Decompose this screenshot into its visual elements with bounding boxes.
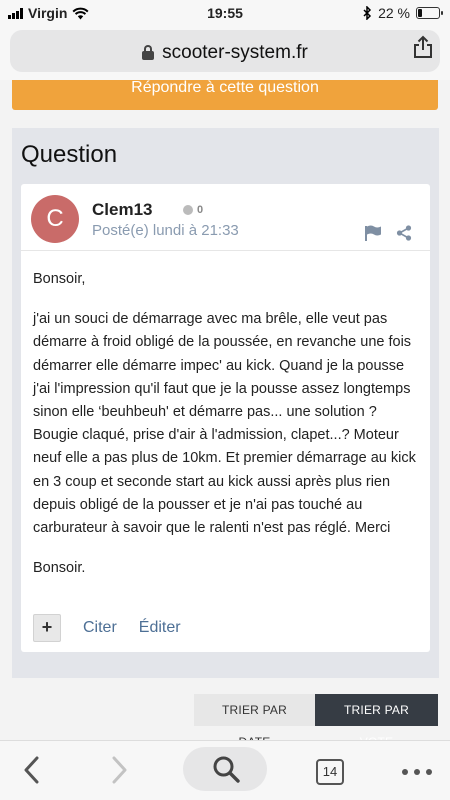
share-post-icon[interactable] [396,225,412,241]
post-date[interactable]: Posté(e) lundi à 21:33 [92,222,239,239]
post-paragraph: Bonsoir. [33,560,86,577]
post-header: C Clem13 0 Posté(e) lundi à 21:33 [21,184,430,251]
search-icon [213,756,240,783]
more-icon[interactable] [402,769,432,775]
bluetooth-icon [363,6,372,20]
sort-by-date-button[interactable]: TRIER PAR DATE [194,694,315,740]
author-name[interactable]: Clem13 [92,200,152,220]
battery-icon [416,7,443,19]
section-title: Question [21,141,118,168]
reply-button[interactable]: Répondre à cette question [12,80,438,110]
multiquote-button[interactable]: + [33,614,61,642]
tabs-button[interactable]: 14 [316,759,344,785]
sort-controls: TRIER PAR DATE TRIER PAR VOTE [194,694,438,740]
sort-by-vote-button[interactable]: TRIER PAR VOTE [315,694,438,740]
post-paragraph: Bonsoir, [33,271,86,287]
forward-icon[interactable] [109,755,129,785]
status-right: 22 % [363,5,443,21]
lock-icon [142,45,155,60]
post-actions: + Citer Éditer [33,614,181,642]
page-content: Répondre à cette question Question C Cle… [0,80,450,740]
post-paragraph: j'ai un souci de démarrage avec ma brêle… [33,311,416,537]
battery-fill [418,9,422,17]
question-section: Question C Clem13 0 Posté(e) lundi à 21:… [12,128,439,678]
url-text: scooter-system.fr [162,42,308,63]
share-icon[interactable] [412,35,434,59]
search-button[interactable] [183,747,267,791]
flag-icon[interactable] [364,225,382,241]
edit-link[interactable]: Éditer [139,619,181,637]
address-bar[interactable]: scooter-system.fr [10,30,440,72]
back-icon[interactable] [22,755,42,785]
address-display[interactable]: scooter-system.fr [10,42,440,64]
browser-toolbar: 14 [0,740,450,800]
reputation-count: 0 [197,204,204,216]
battery-percent: 22 % [378,5,410,21]
reputation-dot-icon [183,205,193,215]
status-bar: Virgin 19:55 22 % [0,0,450,26]
browser-header: scooter-system.fr [0,26,450,80]
avatar[interactable]: C [31,195,79,243]
reputation-badge: 0 [183,204,203,216]
post-body: Bonsoir, j'ai un souci de démarrage avec… [33,268,421,597]
quote-link[interactable]: Citer [83,619,117,637]
post-card: C Clem13 0 Posté(e) lundi à 21:33 Bonsoi… [21,184,430,652]
